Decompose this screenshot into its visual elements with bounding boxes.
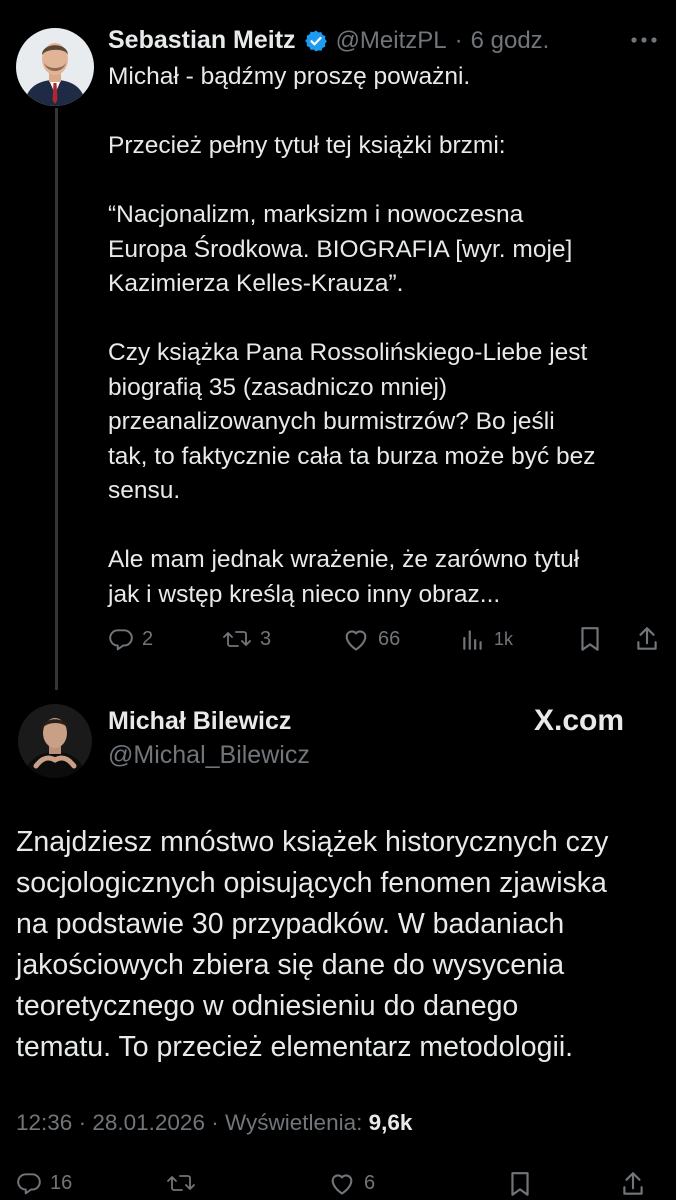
tweet-paragraph: Ale mam jednak wrażenie, że zarówno tytu… (108, 546, 580, 608)
tweet2-actions: 16 6 (0, 1170, 676, 1200)
bookmark-button[interactable] (508, 1170, 532, 1198)
author-handle[interactable]: @MeitzPL (336, 27, 447, 55)
tweet1-actions: 2 3 66 1k (0, 624, 676, 654)
heart-icon (328, 1170, 356, 1196)
tweet1-text: Michał - bądźmy proszę poważni. Przecież… (108, 60, 648, 612)
author-name[interactable]: Michał Bilewicz (108, 707, 291, 736)
share-button[interactable] (634, 625, 660, 653)
like-count: 6 (364, 1171, 376, 1194)
tweet1-header: Sebastian Meitz @MeitzPL · 6 godz. (108, 26, 549, 55)
x-brand-logo: X.com (534, 704, 625, 737)
analytics-bar-icon (460, 626, 486, 652)
tweet-date[interactable]: 28.01.2026 (92, 1110, 205, 1135)
like-button[interactable]: 66 (342, 626, 400, 652)
tweet-time[interactable]: 12:36 (16, 1110, 72, 1135)
tweet-meta: 12:36 · 28.01.2026 · Wyświetlenia: 9,6k (16, 1110, 412, 1136)
author-handle[interactable]: @Michal_Bilewicz (108, 741, 310, 770)
like-count: 66 (378, 627, 401, 650)
views-count: 1k (494, 628, 514, 649)
tweet-paragraph: Przecież pełny tytuł tej książki brzmi: (108, 132, 506, 159)
share-icon (620, 1170, 646, 1198)
views-value: 9,6k (368, 1110, 413, 1135)
like-button[interactable]: 6 (328, 1170, 375, 1196)
reply-count: 16 (50, 1171, 73, 1194)
author-avatar[interactable] (18, 704, 92, 778)
reply-icon (16, 1170, 42, 1196)
heart-icon (342, 626, 370, 652)
tweet-time[interactable]: 6 godz. (471, 27, 550, 55)
bookmark-icon (508, 1170, 532, 1198)
verified-badge-icon (304, 29, 328, 53)
bookmark-button[interactable] (578, 625, 602, 653)
views-label: Wyświetlenia: (225, 1110, 363, 1135)
author-avatar[interactable] (16, 28, 94, 106)
bookmark-icon (578, 625, 602, 653)
tweet-paragraph: “Nacjonalizm, marksizm i nowoczesna Euro… (108, 201, 573, 297)
share-icon (634, 625, 660, 653)
reply-button[interactable]: 2 (108, 626, 153, 652)
separator-dot: · (78, 1110, 87, 1135)
tweet2-text: Znajdziesz mnóstwo książek historycznych… (16, 826, 609, 1063)
repost-count: 3 (260, 627, 272, 650)
repost-icon (166, 1170, 196, 1196)
share-button[interactable] (620, 1170, 646, 1198)
tweet-paragraph: Michał - bądźmy proszę poważni. (108, 63, 471, 90)
repost-button[interactable]: 3 (222, 626, 271, 652)
views-button[interactable]: 1k (460, 626, 513, 652)
reply-icon (108, 626, 134, 652)
separator-dot: · (454, 26, 463, 54)
tweet-paragraph: Czy książka Pana Rossolińskiego-Liebe je… (108, 339, 596, 504)
author-name[interactable]: Sebastian Meitz (108, 26, 296, 55)
repost-icon (222, 626, 252, 652)
reply-button[interactable]: 16 (16, 1170, 72, 1196)
separator-dot: · (211, 1110, 219, 1135)
repost-button[interactable] (166, 1170, 204, 1196)
thread-line (55, 108, 58, 690)
ellipsis-icon[interactable] (630, 30, 658, 55)
reply-count: 2 (142, 627, 154, 650)
